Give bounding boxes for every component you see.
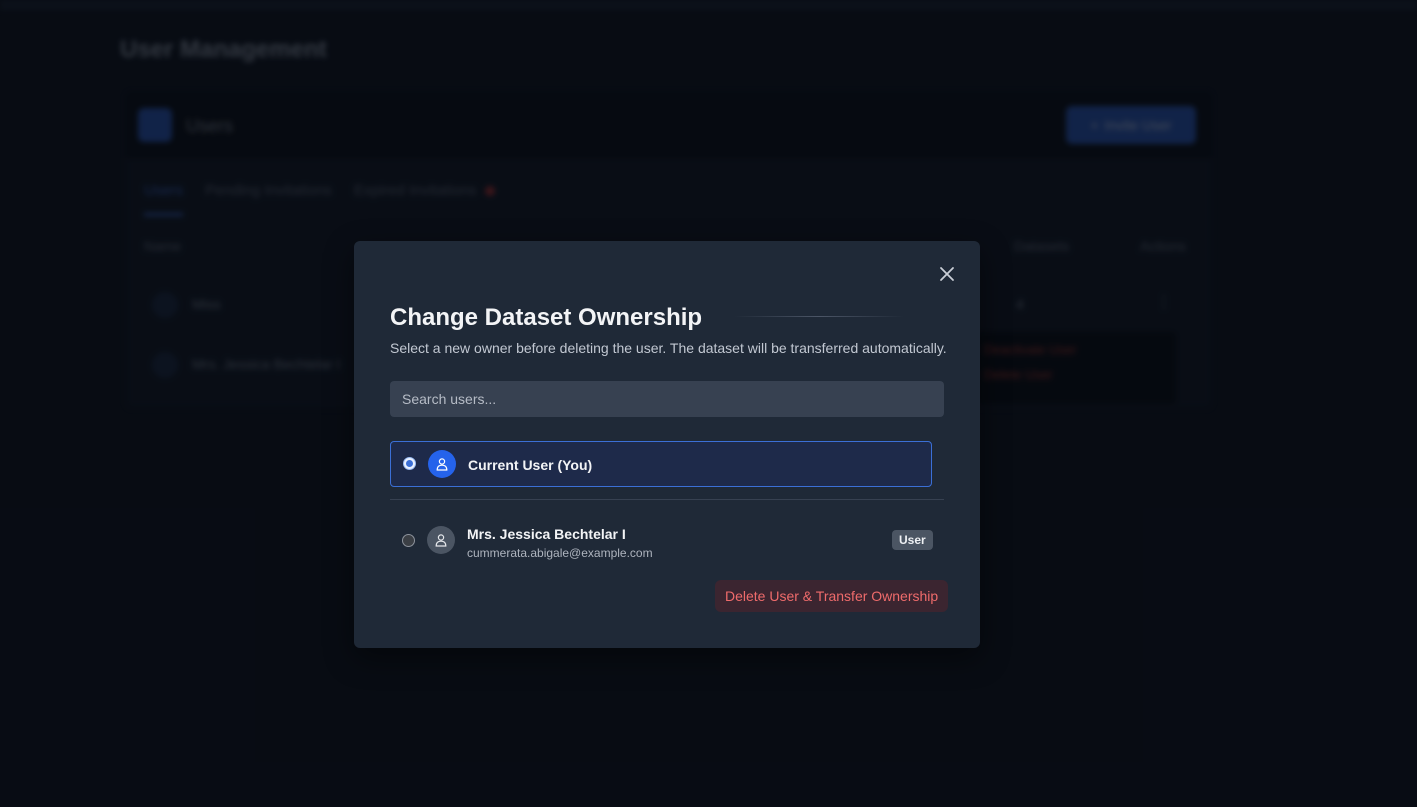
radio-unselected[interactable]	[402, 534, 415, 547]
delete-transfer-button[interactable]: Delete User & Transfer Ownership	[715, 580, 949, 612]
user-avatar	[428, 450, 456, 478]
close-button[interactable]	[936, 263, 958, 285]
role-badge: User	[892, 530, 933, 550]
search-users-input[interactable]	[390, 381, 944, 417]
user-avatar	[427, 526, 455, 554]
radio-selected[interactable]	[403, 457, 416, 470]
option-name: Mrs. Jessica Bechtelar I	[467, 526, 626, 542]
option-name: Current User (You)	[468, 457, 593, 473]
modal-title: Change Dataset Ownership	[390, 304, 703, 331]
option-email: cummerata.abigale@example.com	[467, 546, 653, 560]
decorative-line	[734, 316, 904, 317]
user-icon	[436, 458, 448, 471]
close-icon	[940, 267, 954, 281]
user-option[interactable]: Mrs. Jessica Bechtelar I cummerata.abiga…	[390, 519, 933, 565]
divider	[390, 499, 944, 500]
user-option-current[interactable]: Current User (You)	[390, 441, 932, 487]
user-icon	[435, 534, 447, 547]
modal-description: Select a new owner before deleting the u…	[390, 340, 947, 356]
change-ownership-modal: Change Dataset Ownership Select a new ow…	[354, 241, 980, 648]
